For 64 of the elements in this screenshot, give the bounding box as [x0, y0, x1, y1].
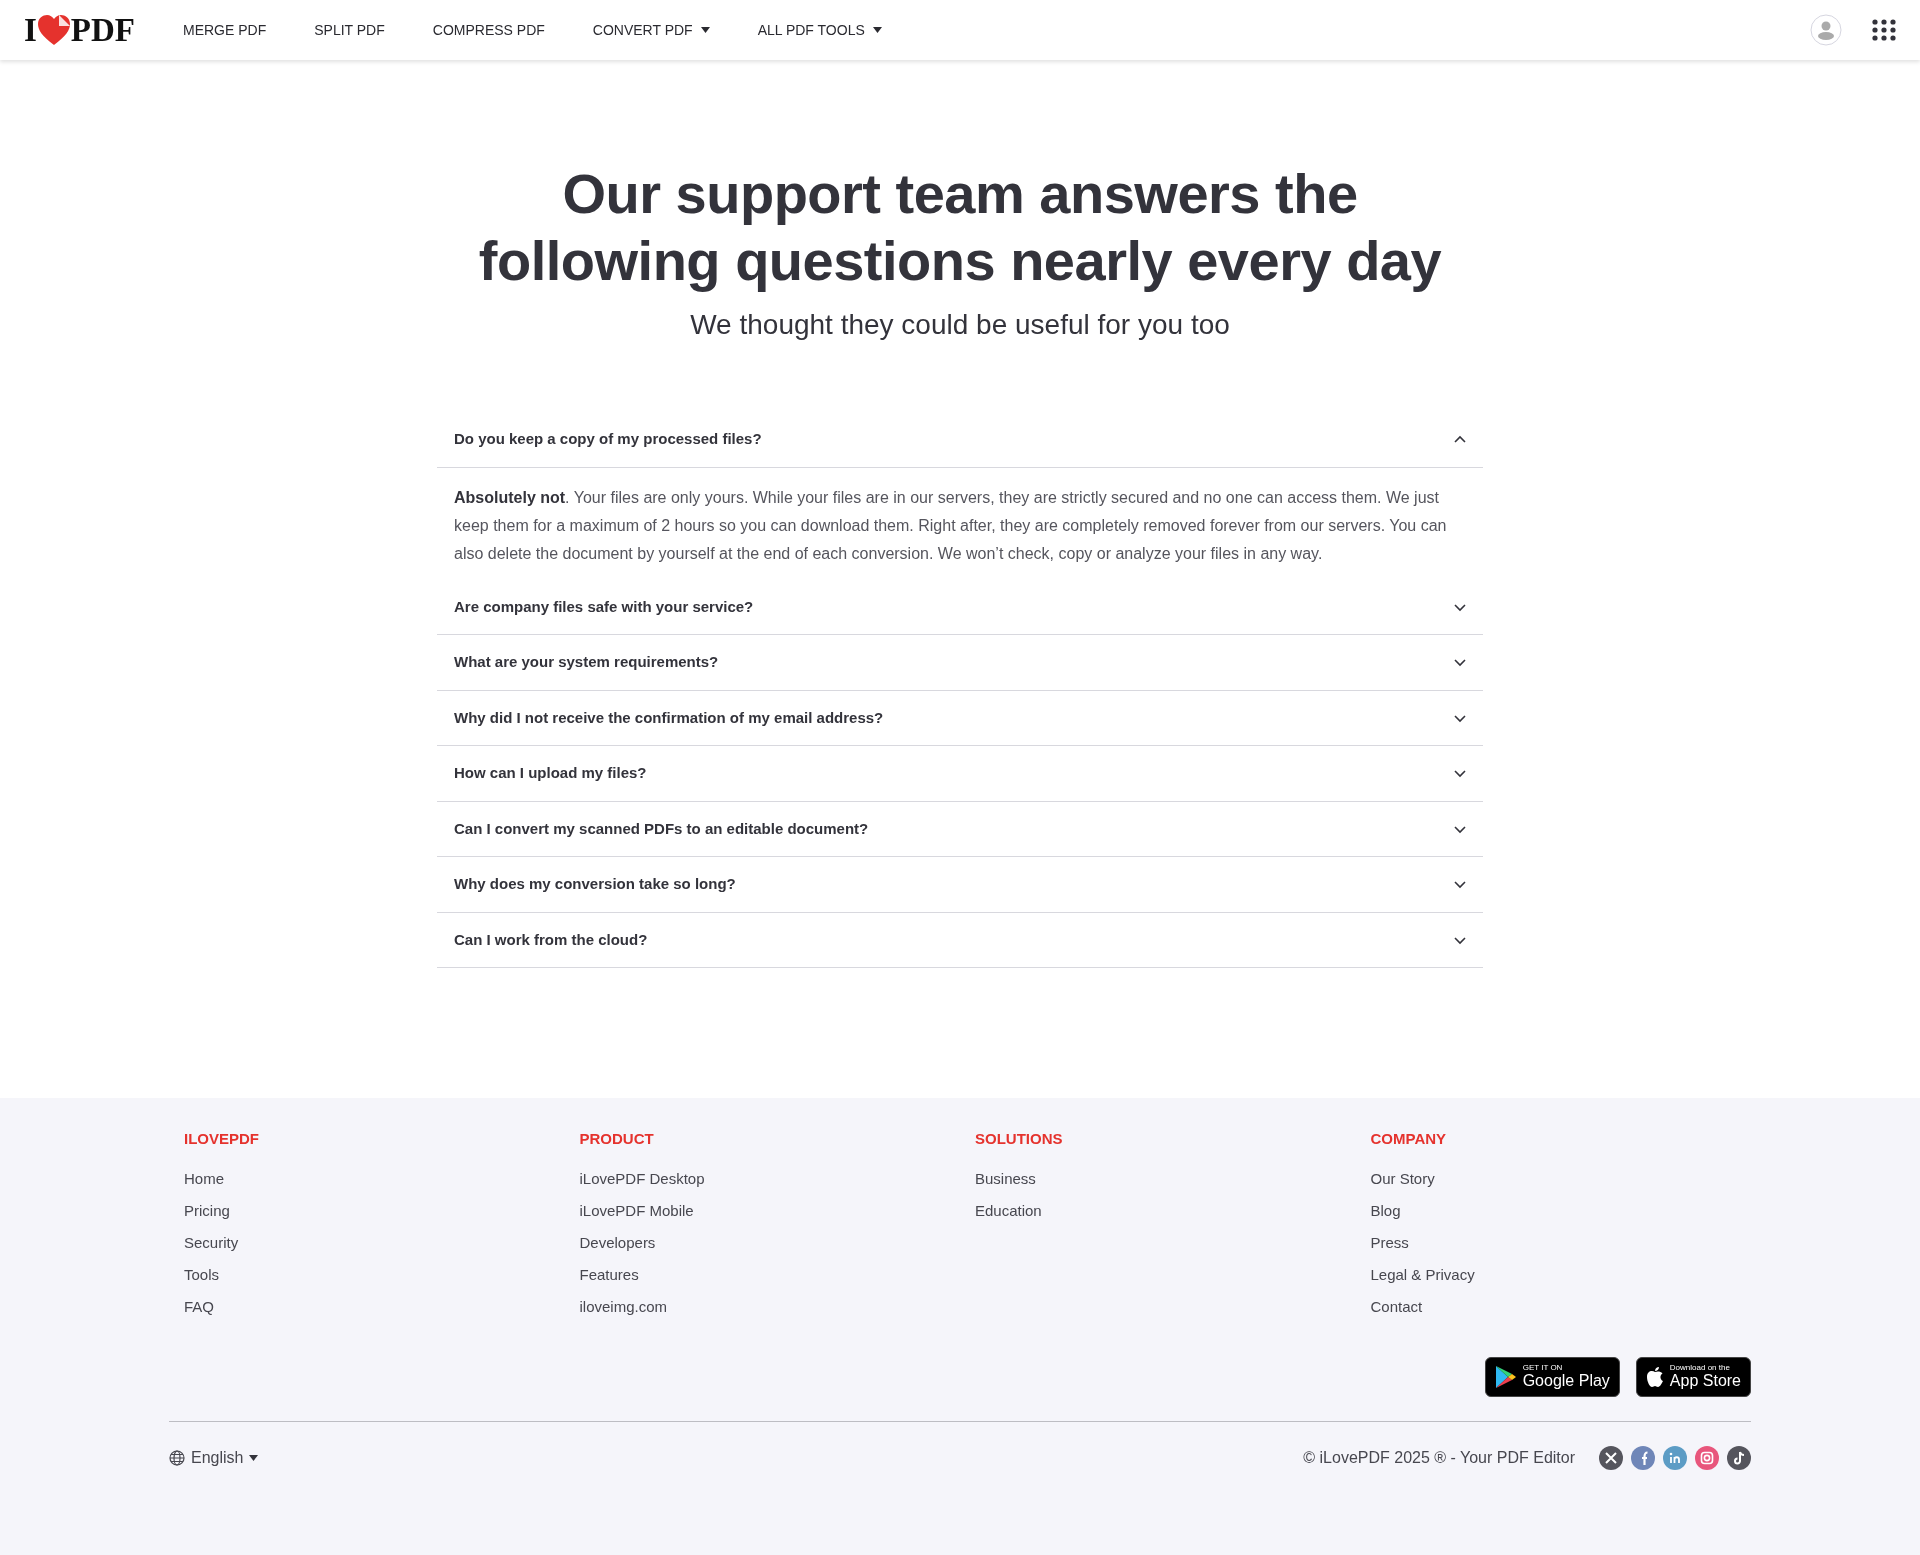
user-avatar-icon[interactable] [1810, 14, 1842, 46]
footer-heading: ILOVEPDF [184, 1129, 260, 1150]
footer-link[interactable]: Developers [579, 1226, 656, 1259]
footer-link[interactable]: Features [579, 1258, 639, 1291]
faq-question[interactable]: Why did I not receive the confirmation of my email address? [437, 690, 1483, 747]
chevron-down-icon [1454, 769, 1466, 779]
footer-link[interactable]: Tools [184, 1258, 220, 1291]
camera-icon[interactable] [1695, 1445, 1719, 1470]
logo-letter: I [24, 13, 37, 47]
faq-question[interactable]: Are company files safe with your service? [437, 579, 1483, 636]
footer-heading: PRODUCT [579, 1129, 655, 1150]
language-selector[interactable]: English [169, 1445, 259, 1470]
nav-link[interactable]: CONVERT PDF [592, 19, 710, 41]
faq-question[interactable]: How can I upload my files? [437, 746, 1483, 802]
chevron-down-icon [1454, 713, 1466, 723]
footer-heading: SOLUTIONS [975, 1129, 1064, 1150]
page-subheading: We thought they could be useful for you too [689, 308, 1231, 343]
music-note-icon[interactable] [1727, 1445, 1751, 1470]
faq-answer: Absolutely not. Your files are only yours. While your files are in our servers, they are strictly secured and no one can access them. We just keep them for a maximum of 2 hours so you can download them. Right after, they are completely removed forever from our servers. You can also delete the document by yourself at the end of each conversion. We won’t check, copy or analyze your files in any way. [453, 487, 1448, 564]
footer-link[interactable]: iLovePDF Desktop [579, 1162, 705, 1195]
nav-link[interactable]: COMPRESS PDF [432, 19, 545, 41]
logo-letters: PDF [70, 13, 135, 47]
faq-question[interactable]: What are your system requirements? [437, 635, 1483, 691]
nav-link[interactable]: MERGE PDF [183, 19, 267, 41]
caret-icon [249, 1454, 259, 1461]
chevron-down-icon [1454, 824, 1466, 834]
footer-link[interactable]: Education [975, 1194, 1042, 1227]
copyright-text: © iLovePDF 2025 ® - Your PDF Editor [1303, 1447, 1575, 1468]
faq-question[interactable]: Why does my conversion take so long? [437, 857, 1483, 913]
footer-link[interactable]: Business [975, 1162, 1036, 1195]
heart-icon [36, 14, 71, 46]
faq-question[interactable]: Do you keep a copy of my processed files? [437, 412, 1483, 468]
page-heading: Our support team answers the following questions nearly every day [477, 161, 1443, 295]
in-shape-icon[interactable] [1663, 1445, 1687, 1470]
nav-link[interactable]: ALL PDF TOOLS [757, 19, 882, 41]
footer-link[interactable]: Security [184, 1226, 239, 1259]
footer-heading: COMPANY [1370, 1129, 1448, 1150]
chevron-up-icon [1454, 435, 1466, 445]
footer-link[interactable]: Blog [1370, 1194, 1401, 1227]
faq-question[interactable]: Can I work from the cloud? [437, 912, 1483, 969]
chevron-down-icon [1454, 658, 1466, 668]
apple-icon [1645, 1365, 1664, 1388]
footer-link[interactable]: Press [1370, 1226, 1409, 1259]
x-cross-icon[interactable] [1599, 1445, 1623, 1470]
footer-link[interactable]: iLovePDF Mobile [579, 1194, 694, 1227]
store-badge[interactable]: GET IT ON Google Play [1484, 1356, 1620, 1397]
footer-link[interactable]: Contact [1370, 1290, 1423, 1323]
footer-link[interactable]: Home [184, 1162, 224, 1195]
logo[interactable]: I PDF [24, 13, 135, 47]
footer-link[interactable]: Legal & Privacy [1370, 1258, 1475, 1291]
chevron-down-icon [1454, 880, 1466, 890]
footer-link[interactable]: Our Story [1370, 1162, 1435, 1195]
globe-icon [169, 1449, 185, 1466]
nav-link[interactable]: SPLIT PDF [314, 19, 385, 41]
footer-link[interactable]: FAQ [184, 1290, 214, 1323]
footer-link[interactable]: iloveimg.com [579, 1290, 668, 1323]
chevron-down-icon [1454, 935, 1466, 945]
chevron-down-icon [1454, 602, 1466, 612]
store-badge[interactable]: Download on the App Store [1635, 1356, 1751, 1397]
footer-link[interactable]: Pricing [184, 1194, 230, 1227]
apps-grid-icon[interactable] [1872, 19, 1896, 41]
f-shape-icon[interactable] [1631, 1445, 1655, 1470]
faq-question[interactable]: Can I convert my scanned PDFs to an editable document? [437, 801, 1483, 858]
play-triangle-icon [1494, 1364, 1517, 1389]
